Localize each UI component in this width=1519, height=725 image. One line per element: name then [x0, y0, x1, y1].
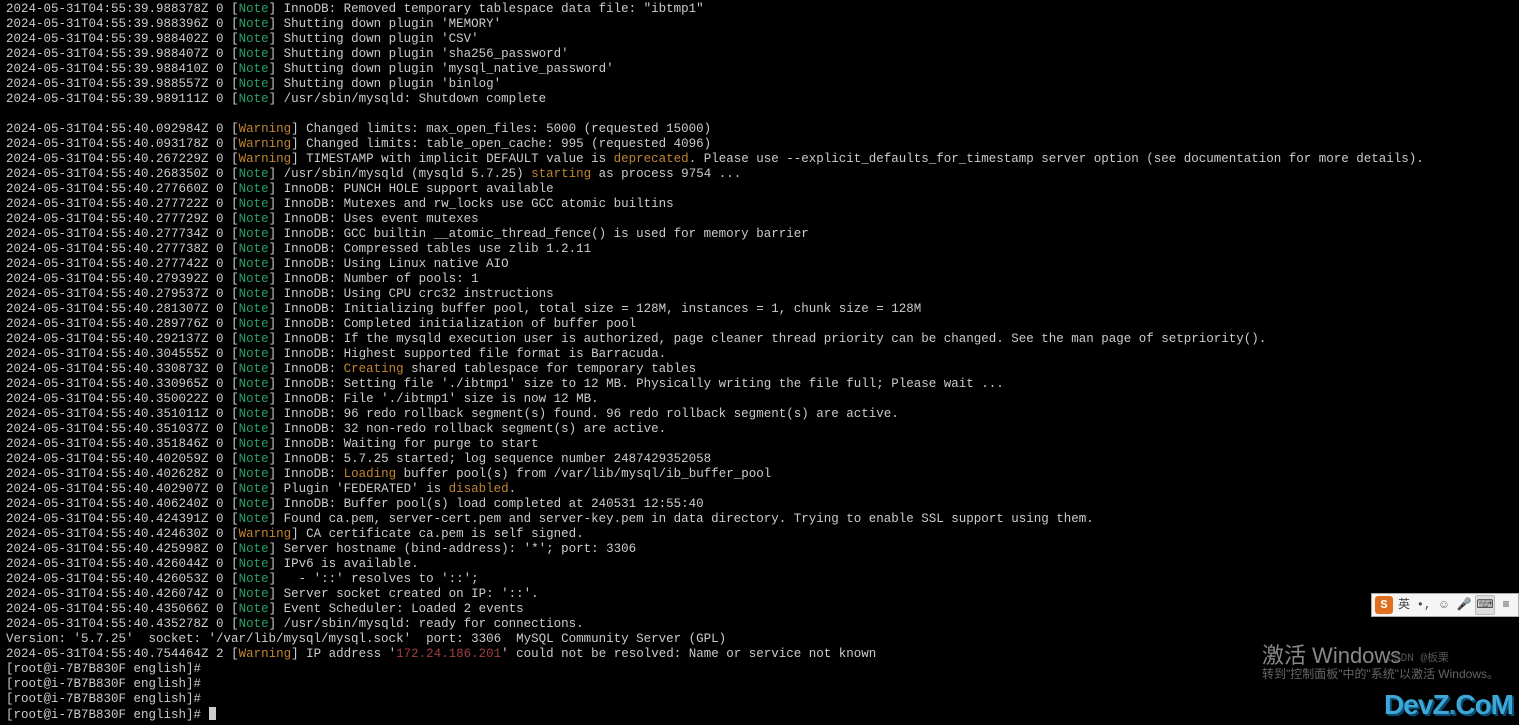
ime-punct-icon[interactable]: •,	[1415, 596, 1433, 614]
log-line: 2024-05-31T04:55:40.402628Z 0 [Note] Inn…	[6, 467, 1513, 482]
ime-toolbar[interactable]: S 英 •, ☺ 🎤 ⌨ ≡	[1371, 593, 1519, 617]
ime-mode-label[interactable]: 英	[1395, 596, 1413, 614]
log-line: 2024-05-31T04:55:40.277660Z 0 [Note] Inn…	[6, 182, 1513, 197]
log-line: 2024-05-31T04:55:40.277729Z 0 [Note] Inn…	[6, 212, 1513, 227]
ime-keyboard-icon[interactable]: ⌨	[1475, 595, 1495, 615]
log-line: 2024-05-31T04:55:40.754464Z 2 [Warning] …	[6, 647, 1513, 662]
log-line: 2024-05-31T04:55:40.277742Z 0 [Note] Inn…	[6, 257, 1513, 272]
csdn-watermark: CSDN @板栗	[1387, 652, 1449, 667]
ime-settings-icon[interactable]: ≡	[1497, 596, 1515, 614]
log-line: 2024-05-31T04:55:39.988378Z 0 [Note] Inn…	[6, 2, 1513, 17]
terminal-output[interactable]: 2024-05-31T04:55:39.988378Z 0 [Note] Inn…	[0, 0, 1519, 725]
log-line: 2024-05-31T04:55:39.988402Z 0 [Note] Shu…	[6, 32, 1513, 47]
log-line: 2024-05-31T04:55:40.426074Z 0 [Note] Ser…	[6, 587, 1513, 602]
log-line: 2024-05-31T04:55:40.426053Z 0 [Note] - '…	[6, 572, 1513, 587]
cursor	[209, 707, 216, 720]
log-line	[6, 107, 1513, 122]
log-line: 2024-05-31T04:55:40.424630Z 0 [Warning] …	[6, 527, 1513, 542]
log-line: 2024-05-31T04:55:40.435278Z 0 [Note] /us…	[6, 617, 1513, 632]
log-line: 2024-05-31T04:55:40.402907Z 0 [Note] Plu…	[6, 482, 1513, 497]
shell-prompt: [root@i-7B7B830F english]#	[6, 677, 1513, 692]
log-line: 2024-05-31T04:55:40.093178Z 0 [Warning] …	[6, 137, 1513, 152]
log-line: 2024-05-31T04:55:40.092984Z 0 [Warning] …	[6, 122, 1513, 137]
log-line: 2024-05-31T04:55:40.292137Z 0 [Note] Inn…	[6, 332, 1513, 347]
log-line: 2024-05-31T04:55:40.330965Z 0 [Note] Inn…	[6, 377, 1513, 392]
log-line: 2024-05-31T04:55:39.988557Z 0 [Note] Shu…	[6, 77, 1513, 92]
log-line: 2024-05-31T04:55:40.426044Z 0 [Note] IPv…	[6, 557, 1513, 572]
log-line: 2024-05-31T04:55:40.435066Z 0 [Note] Eve…	[6, 602, 1513, 617]
log-line: 2024-05-31T04:55:40.279537Z 0 [Note] Inn…	[6, 287, 1513, 302]
shell-prompt: [root@i-7B7B830F english]#	[6, 692, 1513, 707]
log-line: 2024-05-31T04:55:40.406240Z 0 [Note] Inn…	[6, 497, 1513, 512]
log-line: 2024-05-31T04:55:39.989111Z 0 [Note] /us…	[6, 92, 1513, 107]
log-line: 2024-05-31T04:55:40.351011Z 0 [Note] Inn…	[6, 407, 1513, 422]
log-line: 2024-05-31T04:55:40.277722Z 0 [Note] Inn…	[6, 197, 1513, 212]
log-line: Version: '5.7.25' socket: '/var/lib/mysq…	[6, 632, 1513, 647]
log-line: 2024-05-31T04:55:40.281307Z 0 [Note] Inn…	[6, 302, 1513, 317]
log-line: 2024-05-31T04:55:40.277738Z 0 [Note] Inn…	[6, 242, 1513, 257]
log-line: 2024-05-31T04:55:40.351846Z 0 [Note] Inn…	[6, 437, 1513, 452]
log-line: 2024-05-31T04:55:40.304555Z 0 [Note] Inn…	[6, 347, 1513, 362]
log-line: 2024-05-31T04:55:40.279392Z 0 [Note] Inn…	[6, 272, 1513, 287]
log-line: 2024-05-31T04:55:40.268350Z 0 [Note] /us…	[6, 167, 1513, 182]
log-line: 2024-05-31T04:55:40.351037Z 0 [Note] Inn…	[6, 422, 1513, 437]
ime-brand-icon[interactable]: S	[1375, 596, 1393, 614]
shell-prompt: [root@i-7B7B830F english]#	[6, 662, 1513, 677]
log-line: 2024-05-31T04:55:39.988407Z 0 [Note] Shu…	[6, 47, 1513, 62]
log-line: 2024-05-31T04:55:39.988410Z 0 [Note] Shu…	[6, 62, 1513, 77]
log-line: 2024-05-31T04:55:39.988396Z 0 [Note] Shu…	[6, 17, 1513, 32]
log-line: 2024-05-31T04:55:40.330873Z 0 [Note] Inn…	[6, 362, 1513, 377]
log-line: 2024-05-31T04:55:40.289776Z 0 [Note] Inn…	[6, 317, 1513, 332]
ime-mic-icon[interactable]: 🎤	[1455, 596, 1473, 614]
log-line: 2024-05-31T04:55:40.402059Z 0 [Note] Inn…	[6, 452, 1513, 467]
log-line: 2024-05-31T04:55:40.267229Z 0 [Warning] …	[6, 152, 1513, 167]
log-line: 2024-05-31T04:55:40.424391Z 0 [Note] Fou…	[6, 512, 1513, 527]
ime-emoji-icon[interactable]: ☺	[1435, 596, 1453, 614]
log-line: 2024-05-31T04:55:40.350022Z 0 [Note] Inn…	[6, 392, 1513, 407]
log-line: 2024-05-31T04:55:40.425998Z 0 [Note] Ser…	[6, 542, 1513, 557]
shell-prompt[interactable]: [root@i-7B7B830F english]#	[6, 707, 1513, 723]
log-line: 2024-05-31T04:55:40.277734Z 0 [Note] Inn…	[6, 227, 1513, 242]
